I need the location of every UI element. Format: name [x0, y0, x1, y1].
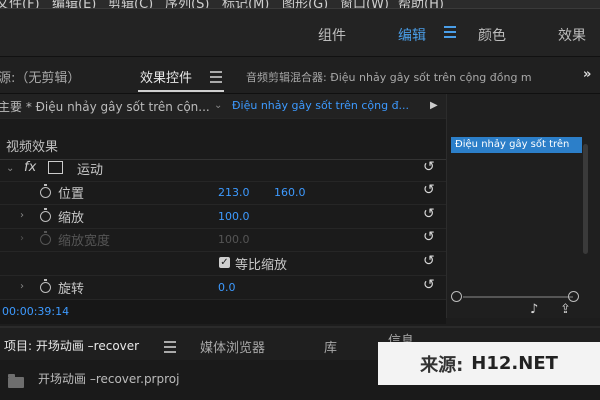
uniform-scale-checkbox[interactable]: ✓: [219, 257, 230, 268]
scale-width-value: 100.0: [218, 233, 250, 246]
vertical-scrollbar[interactable]: [583, 144, 588, 254]
menu-help[interactable]: 帮助(H): [398, 0, 444, 8]
menu-marker[interactable]: 标记(M): [222, 0, 269, 8]
tab-source[interactable]: 源:（无剪辑）: [0, 67, 80, 86]
reset-icon[interactable]: ↺: [423, 253, 435, 269]
effect-controls-panel: 主要 * Điệu nhảy gây sốt trên cộn... ⌄ Điệ…: [0, 94, 446, 318]
timecode-bar: 00:00:39:14: [0, 300, 446, 324]
motion-row[interactable]: ⌄ fx 运动 ↺: [0, 157, 446, 182]
reset-icon[interactable]: ↺: [423, 277, 435, 293]
timeline-clip[interactable]: Điệu nhảy gây sốt trên: [451, 137, 582, 153]
watermark-site: H12.NET: [471, 353, 558, 374]
scale-width-label: 缩放宽度: [58, 234, 111, 249]
menu-graphics[interactable]: 图形(G): [282, 0, 328, 8]
rotation-value[interactable]: 0.0: [218, 281, 236, 294]
stopwatch-icon[interactable]: [40, 184, 51, 198]
stopwatch-icon[interactable]: [40, 208, 51, 222]
scale-row[interactable]: › 缩放 100.0 ↺: [0, 204, 446, 229]
scale-label: 缩放: [58, 211, 85, 226]
folder-icon: [8, 374, 24, 388]
export-icon[interactable]: ⇪: [560, 302, 571, 317]
chevron-right-icon: ›: [20, 233, 24, 244]
rotation-label: 旋转: [58, 282, 85, 297]
scale-value[interactable]: 100.0: [218, 210, 250, 223]
watermark-source: 来源:: [420, 354, 464, 376]
master-clip-label[interactable]: 主要 * Điệu nhảy gây sốt trên cộn...: [0, 98, 210, 115]
menu-window[interactable]: 窗口(W): [340, 0, 389, 8]
watermark-overlay: 来源: H12.NET: [378, 342, 600, 385]
tab-library[interactable]: 库: [324, 337, 337, 356]
rotation-row[interactable]: › 旋转 0.0 ↺: [0, 275, 446, 300]
horizontal-scrollbar[interactable]: [463, 296, 573, 298]
scroll-handle-left[interactable]: [451, 291, 462, 302]
tab-overflow-icon[interactable]: »: [583, 67, 591, 82]
workspace-bar: 组件 编辑 颜色 效果: [0, 9, 600, 57]
reset-icon[interactable]: ↺: [423, 159, 435, 175]
chevron-down-icon[interactable]: ⌄: [214, 100, 222, 111]
menu-sequence[interactable]: 序列(S): [165, 0, 209, 8]
mini-timeline: Điệu nhảy gây sốt trên: [446, 94, 600, 318]
scroll-handle-right[interactable]: [568, 291, 579, 302]
position-y-value[interactable]: 160.0: [274, 186, 306, 199]
timecode[interactable]: 00:00:39:14: [2, 305, 69, 318]
menu-file[interactable]: 文件(F): [0, 0, 40, 8]
play-icon[interactable]: ▶: [430, 100, 438, 111]
section-title: 视频效果: [6, 140, 59, 155]
tab-project[interactable]: 项目: 开场动画 –recover: [4, 337, 139, 354]
reset-icon[interactable]: ↺: [423, 182, 435, 198]
transform-icon: [48, 161, 63, 174]
chevron-right-icon[interactable]: ›: [20, 281, 24, 292]
reset-icon[interactable]: ↺: [423, 229, 435, 245]
audio-icon[interactable]: ♪: [530, 302, 538, 317]
position-row[interactable]: 位置 213.0 160.0 ↺: [0, 180, 446, 205]
workspace-assembly[interactable]: 组件: [318, 25, 346, 45]
fx-icon[interactable]: fx: [24, 160, 36, 175]
panel-menu-icon[interactable]: [164, 338, 176, 356]
menu-bar: 文件(F) 编辑(E) 剪辑(C) 序列(S) 标记(M) 图形(G) 窗口(W…: [0, 0, 600, 9]
menu-edit[interactable]: 编辑(E): [52, 0, 96, 8]
stopwatch-icon[interactable]: [40, 279, 51, 293]
project-file-name[interactable]: 开场动画 –recover.prproj: [38, 370, 179, 387]
tab-effect-controls[interactable]: 效果控件: [140, 67, 192, 86]
stopwatch-icon: [40, 231, 51, 245]
workspace-menu-icon[interactable]: [444, 23, 456, 41]
scale-width-row: › 缩放宽度 100.0 ↺: [0, 227, 446, 252]
workspace-effects[interactable]: 效果: [558, 25, 586, 45]
workspace-editing[interactable]: 编辑: [398, 25, 426, 45]
chevron-right-icon[interactable]: ›: [20, 210, 24, 221]
uniform-scale-row[interactable]: ✓ 等比缩放 ↺: [0, 251, 446, 276]
uniform-scale-label: 等比缩放: [235, 258, 288, 273]
workspace-color[interactable]: 颜色: [478, 25, 506, 45]
tab-media-browser[interactable]: 媒体浏览器: [200, 337, 265, 356]
position-label: 位置: [58, 187, 85, 202]
position-x-value[interactable]: 213.0: [218, 186, 250, 199]
clip-selector-row: 主要 * Điệu nhảy gây sốt trên cộn... ⌄ Điệ…: [0, 94, 446, 119]
panel-menu-icon[interactable]: [210, 68, 222, 86]
menu-clip[interactable]: 剪辑(C): [108, 0, 153, 8]
sequence-clip-label[interactable]: Điệu nhảy gây sốt trên cộng đ...: [232, 99, 409, 112]
panel-tabs: 源:（无剪辑） 效果控件 音频剪辑混合器: Điệu nhảy gây sốt …: [0, 57, 600, 94]
active-tab-indicator: [138, 90, 224, 92]
motion-label: 运动: [77, 163, 104, 178]
reset-icon[interactable]: ↺: [423, 206, 435, 222]
chevron-down-icon[interactable]: ⌄: [6, 163, 14, 174]
tab-audio-clip-mixer[interactable]: 音频剪辑混合器: Điệu nhảy gây sốt trên cộng đồn…: [246, 69, 532, 85]
